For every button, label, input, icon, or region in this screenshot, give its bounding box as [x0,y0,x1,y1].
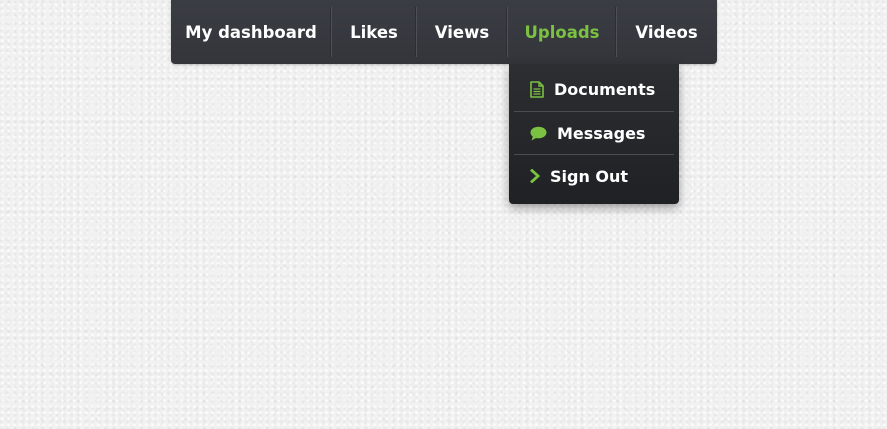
nav-item-label: Views [434,22,490,42]
nav-item-my-dashboard[interactable]: My dashboard [171,0,331,64]
nav-item-likes[interactable]: Likes [332,0,416,64]
menu-item-label: Documents [554,80,656,99]
nav-item-views[interactable]: Views [417,0,507,64]
menu-item-label: Messages [557,123,646,143]
nav-item-videos[interactable]: Videos [617,0,716,64]
menu-item-messages[interactable]: Messages [514,111,674,154]
nav-item-label: Videos [635,22,698,42]
chat-bubble-icon [530,126,547,141]
uploads-dropdown-menu: Documents Messages Sign Out [509,64,679,204]
nav-item-label: Likes [350,22,398,42]
menu-item-documents[interactable]: Documents [514,68,674,111]
menu-item-sign-out[interactable]: Sign Out [514,154,674,197]
document-icon [530,81,544,98]
top-navbar: My dashboard Likes Views Uploads Videos [171,0,717,64]
nav-item-uploads[interactable]: Uploads [508,0,616,64]
nav-item-label: Uploads [524,22,600,42]
nav-item-label: My dashboard [185,22,317,42]
chevron-right-icon [530,169,540,183]
menu-item-label: Sign Out [550,166,629,186]
